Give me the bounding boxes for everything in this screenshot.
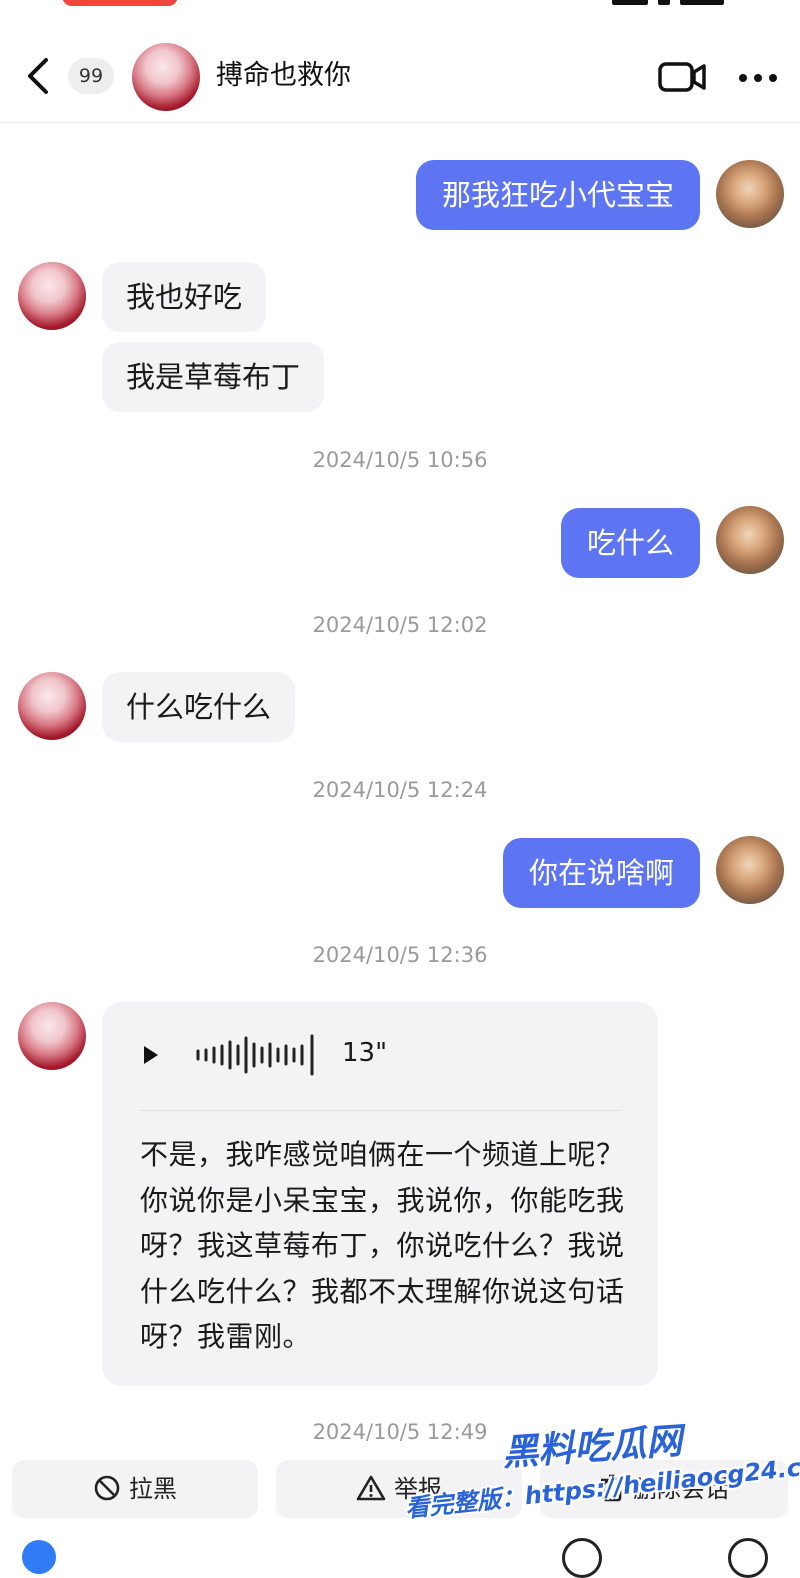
voice-duration: 13" — [342, 1038, 388, 1068]
outgoing-message[interactable]: 你在说啥啊 — [502, 838, 700, 908]
incoming-message[interactable]: 我也好吃 — [102, 262, 267, 332]
emoji-icon[interactable] — [562, 1538, 602, 1578]
status-bar-icons — [612, 0, 752, 6]
incoming-message[interactable]: 我是草莓布丁 — [102, 342, 325, 412]
block-label: 拉黑 — [129, 1475, 177, 1503]
warning-icon — [356, 1475, 386, 1501]
voice-transcript: 不是，我咋感觉咱俩在一个频道上呢？你说你是小呆宝宝，我说你，你能吃我呀？我这草莓… — [140, 1138, 625, 1353]
contact-avatar[interactable] — [132, 43, 200, 111]
message-timestamp: 2024/10/5 10:56 — [312, 448, 488, 472]
contact-avatar[interactable] — [18, 1002, 86, 1070]
voice-input-icon[interactable] — [22, 1540, 56, 1574]
my-avatar[interactable] — [716, 160, 784, 228]
outgoing-message[interactable]: 吃什么 — [560, 508, 700, 578]
waveform-icon — [194, 1034, 424, 1076]
status-bar-indicator — [62, 0, 178, 6]
back-arrow-icon[interactable] — [24, 56, 54, 96]
divider — [140, 1110, 622, 1111]
block-button[interactable]: 拉黑 — [12, 1460, 258, 1518]
video-call-icon[interactable] — [658, 60, 706, 94]
contact-name[interactable]: 搏命也救你 — [216, 56, 351, 96]
message-timestamp: 2024/10/5 12:24 — [312, 778, 488, 802]
voice-message[interactable]: 13" 不是，我咋感觉咱俩在一个频道上呢？你说你是小呆宝宝，我说你，你能吃我呀？… — [102, 1002, 658, 1386]
unread-count-badge: 99 — [68, 58, 114, 94]
outgoing-message[interactable]: 那我狂吃小代宝宝 — [415, 160, 700, 230]
incoming-message[interactable]: 什么吃什么 — [102, 672, 296, 742]
chat-header: 99 搏命也救你 — [0, 30, 800, 123]
my-avatar[interactable] — [716, 836, 784, 904]
message-timestamp: 2024/10/5 12:36 — [312, 943, 488, 967]
play-icon[interactable] — [122, 1032, 178, 1078]
block-icon — [94, 1475, 120, 1501]
contact-avatar[interactable] — [18, 262, 86, 330]
message-timestamp: 2024/10/5 12:02 — [312, 613, 488, 637]
my-avatar[interactable] — [716, 506, 784, 574]
more-options-icon[interactable] — [738, 70, 778, 84]
add-icon[interactable] — [728, 1538, 768, 1578]
contact-avatar[interactable] — [18, 672, 86, 740]
